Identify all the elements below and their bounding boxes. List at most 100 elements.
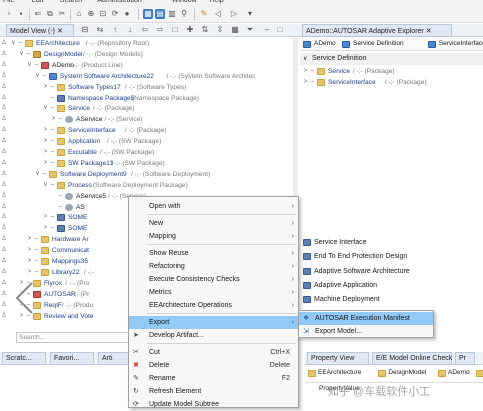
breadcrumb-item[interactable]: EEArchitecture xyxy=(318,369,361,376)
back-nav-icon[interactable]: ⇦ xyxy=(140,25,150,35)
circle-icon[interactable]: ● xyxy=(122,9,132,19)
menu-item-delete[interactable]: ✖ Delete Delete xyxy=(129,359,298,372)
collapse-section-icon[interactable]: ∨ xyxy=(303,55,307,62)
up-icon[interactable]: ↑ xyxy=(110,25,120,35)
menu-window[interactable]: Window xyxy=(172,0,197,4)
menu-administration[interactable]: Administration xyxy=(97,0,141,4)
expand-icon[interactable]: > xyxy=(302,77,309,88)
collapse-icon[interactable]: ∨ xyxy=(10,38,17,49)
tree-item[interactable]: > – ServiceInterface / -;- (Package) xyxy=(300,77,483,88)
tree-item[interactable]: Δ > – Excutable / -;- (SW Package) xyxy=(0,147,296,158)
tree-item[interactable]: Δ > – AService / -;- (Service) xyxy=(0,114,296,125)
copy-icon[interactable]: ⧉ xyxy=(45,9,55,19)
sync-icon[interactable]: ⟳ xyxy=(110,9,120,19)
layout-a-icon[interactable]: ▦ xyxy=(143,9,153,19)
collapse-icon[interactable]: ∨ xyxy=(42,103,49,114)
tree-item[interactable]: Δ ∨ – DesignModel / -;- (Design Models) xyxy=(0,49,296,60)
new-icon[interactable]: ▫ xyxy=(4,9,14,19)
breadcrumb-item[interactable]: ADemo xyxy=(448,369,470,376)
tree-item[interactable]: Δ ∨ – Software Deployment9 / -;- (Software … xyxy=(0,169,296,180)
breadcrumb-item[interactable]: ServiceInterface xyxy=(439,40,483,47)
menu-help[interactable]: Help xyxy=(209,0,223,4)
expand-icon[interactable]: > xyxy=(42,212,49,223)
down-icon[interactable]: ↓ xyxy=(125,25,135,35)
tree-item[interactable]: Δ ∨ – Process (Software Deployment Package) xyxy=(0,180,296,191)
tree-item[interactable]: Δ > – ServiceInterface / -;- (Package) xyxy=(0,125,296,136)
expand-icon[interactable]: > xyxy=(42,223,49,234)
wand-icon[interactable]: ✎ xyxy=(199,9,209,19)
toggle-icon[interactable]: ⊕ xyxy=(86,9,96,19)
menu-item-refactoring[interactable]: Refactoring › xyxy=(129,260,298,273)
expand-icon[interactable]: > xyxy=(26,234,33,245)
menu-item-rename[interactable]: ✎ Rename F2 xyxy=(129,372,298,385)
collapse-all-icon[interactable]: ⊟ xyxy=(80,25,90,35)
funnel-icon[interactable]: ⏷ xyxy=(245,25,255,35)
menu-chevron-icon[interactable]: ▾ xyxy=(245,9,255,19)
tree-item[interactable]: Δ – Namespace Package5 (Namespace Package) xyxy=(0,93,296,104)
palette-item[interactable]: Adaptive Software Architecture xyxy=(300,265,483,278)
back-icon[interactable]: ⇐ xyxy=(33,9,43,19)
menu-edit[interactable]: Edit xyxy=(31,0,43,4)
menu-item-export[interactable]: Export › xyxy=(129,316,298,329)
menu-item-mapping[interactable]: Mapping › xyxy=(129,230,298,243)
menu-item-open-with[interactable]: Open with › xyxy=(129,200,298,213)
submenu-item-0[interactable]: ❖ AUTOSAR Execution Manifest xyxy=(299,312,433,325)
collapse-icon[interactable]: ∨ xyxy=(42,180,49,191)
menu-item-show-reuse[interactable]: Show Reuse › xyxy=(129,247,298,260)
expand-icon[interactable]: > xyxy=(26,267,33,278)
breadcrumb-item[interactable]: Service Definition xyxy=(353,40,404,47)
collapse-icon[interactable]: ∨ xyxy=(34,169,41,180)
expand-icon[interactable]: > xyxy=(50,114,57,125)
menu-item-update-model-subtree[interactable]: ⟳ Update Model Subtree xyxy=(129,398,298,411)
menu-item-metrics[interactable]: Metrics › xyxy=(129,286,298,299)
filter-icon[interactable]: ⚲ xyxy=(179,9,189,19)
palette-item[interactable]: End To End Protection Design xyxy=(300,250,483,263)
prev-icon[interactable]: ◁ xyxy=(213,9,223,19)
link-icon[interactable]: ⇆ xyxy=(95,25,105,35)
breadcrumb-item[interactable]: DesignModel xyxy=(388,369,426,376)
tab-property-1[interactable]: E/E Model Online Check xyxy=(372,352,452,365)
fwd-nav-icon[interactable]: ⇨ xyxy=(155,25,165,35)
next-icon[interactable]: ▷ xyxy=(229,9,239,19)
home-icon[interactable]: ⌂ xyxy=(74,9,84,19)
layout-c-icon[interactable]: ▥ xyxy=(167,9,177,19)
tree-item[interactable]: Δ > – Application / -;- (SW Package) xyxy=(0,136,296,147)
collapse-icon[interactable]: ∨ xyxy=(26,60,33,71)
expand-icon[interactable]: > xyxy=(42,147,49,158)
menu-item-develop-artifact[interactable]: ➤ Develop Artifact... xyxy=(129,329,298,342)
tree-item[interactable]: Δ ∨ – ADemo / -;- (Product Line) xyxy=(0,60,296,71)
submenu-item-1[interactable]: ⇲ Export Model... xyxy=(299,325,433,338)
expand-icon[interactable]: > xyxy=(26,256,33,267)
tree-item[interactable]: Δ ∨ – EEArchitecture / -;- (Repository Root… xyxy=(0,38,296,49)
search-input[interactable]: Search... xyxy=(16,332,144,343)
layout-b-icon[interactable]: ▤ xyxy=(155,9,165,19)
split-icon[interactable]: ⇳ xyxy=(215,25,225,35)
expand-icon[interactable]: > xyxy=(42,125,49,136)
expand-icon[interactable]: > xyxy=(42,158,49,169)
box-icon[interactable]: □ xyxy=(170,25,180,35)
tree-item[interactable]: Δ ∨ – System Software Architecture22 / -;- … xyxy=(0,71,296,82)
tab-model-view[interactable]: Model View (-) ✕ xyxy=(6,24,74,37)
palette-item[interactable]: Machine Deployment xyxy=(300,293,483,306)
carousel-prev-icon[interactable] xyxy=(12,280,36,316)
expand-icon[interactable]: > xyxy=(42,136,49,147)
collapse-icon[interactable]: ∨ xyxy=(34,71,41,82)
collapse-icon[interactable]: ∨ xyxy=(18,49,25,60)
breadcrumb-item[interactable]: ADemo xyxy=(314,40,336,47)
nav-icon[interactable]: ⊡ xyxy=(98,9,108,19)
pin-icon[interactable]: ✚ xyxy=(185,25,195,35)
palette-item[interactable]: Adaptive Application xyxy=(300,279,483,292)
menu-item-refresh-element[interactable]: ↻ Refresh Element xyxy=(129,385,298,398)
menu-item-new[interactable]: New › xyxy=(129,217,298,230)
menu-file[interactable]: File xyxy=(3,0,14,4)
tree-item[interactable]: > – Service / -;- (Package) xyxy=(300,66,483,77)
tab-property-0[interactable]: Property View xyxy=(307,352,369,365)
cut-icon[interactable]: ✂ xyxy=(57,9,67,19)
save-icon[interactable]: ▪ xyxy=(16,9,26,19)
maximize-icon[interactable]: □ xyxy=(275,25,285,35)
menu-search[interactable]: Search xyxy=(60,0,82,4)
menu-item-cut[interactable]: ✂ Cut Ctrl+X xyxy=(129,346,298,359)
view-menu-icon[interactable]: ▦ xyxy=(230,25,240,35)
expand-icon[interactable]: > xyxy=(302,66,309,77)
tab-1[interactable]: Favori... xyxy=(50,352,94,365)
